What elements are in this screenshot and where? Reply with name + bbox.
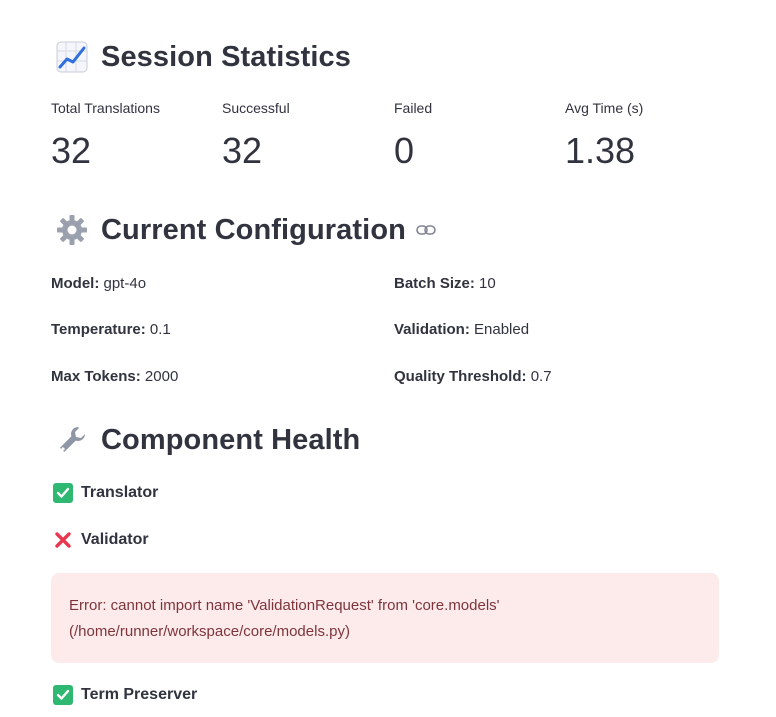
config-key: Temperature: (51, 321, 146, 338)
metric-value: 1.38 (565, 130, 636, 171)
metric-label: Successful (222, 100, 290, 116)
config-item-temperature: Temperature: 0.1 (51, 321, 171, 338)
config-key: Batch Size: (394, 275, 475, 292)
metric-label: Avg Time (s) (565, 100, 644, 116)
metric-label: Failed (394, 100, 433, 116)
metric-total-translations: Total Translations 32 (51, 100, 160, 172)
config-value: Enabled (474, 321, 530, 338)
metric-successful: Successful 32 (222, 100, 290, 172)
component-translator: Translator (53, 483, 158, 503)
check-icon (53, 685, 73, 705)
config-item-quality-threshold: Quality Threshold: 0.7 (394, 368, 552, 385)
error-message-path: (/home/runner/workspace/core/models.py) (69, 623, 350, 640)
config-key: Max Tokens: (51, 368, 141, 385)
link-icon[interactable] (416, 220, 436, 240)
wrench-icon (55, 423, 89, 457)
cross-mark-icon (53, 530, 73, 550)
metrics-row: Total Translations 32 Successful 32 Fail… (51, 100, 731, 180)
config-value: 10 (479, 275, 496, 292)
config-value: 0.1 (149, 321, 171, 338)
component-name: Validator (81, 531, 149, 548)
current-configuration-heading: Current Configuration (55, 213, 436, 247)
config-value: 2000 (144, 368, 179, 385)
section-title: Component Health (101, 423, 361, 456)
config-key: Quality Threshold: (394, 368, 527, 385)
session-statistics-heading: Session Statistics (55, 40, 351, 74)
error-alert: Error: cannot import name 'ValidationReq… (51, 573, 719, 663)
config-item-validation: Validation: Enabled (394, 321, 529, 338)
metric-avg-time: Avg Time (s) 1.38 (565, 100, 643, 172)
section-title: Current Configuration (101, 213, 406, 246)
config-value: 0.7 (530, 368, 552, 385)
metric-failed: Failed 0 (394, 100, 432, 172)
metric-value: 0 (394, 130, 415, 171)
config-key: Model: (51, 275, 100, 292)
config-key: Validation: (394, 321, 470, 338)
config-value: gpt-4o (103, 275, 147, 292)
config-item-batch-size: Batch Size: 10 (394, 275, 496, 292)
component-validator: Validator (53, 530, 149, 550)
config-item-max-tokens: Max Tokens: 2000 (51, 368, 178, 385)
component-name: Translator (81, 484, 159, 501)
component-health-heading: Component Health (55, 423, 360, 457)
chart-increasing-icon (55, 40, 89, 74)
gear-icon (55, 213, 89, 247)
component-name: Term Preserver (81, 686, 198, 703)
component-term-preserver: Term Preserver (53, 685, 197, 705)
error-message: Error: cannot import name 'ValidationReq… (69, 597, 500, 614)
page-title: Session Statistics (101, 40, 352, 73)
metric-label: Total Translations (51, 100, 160, 116)
check-icon (53, 483, 73, 503)
config-item-model: Model: gpt-4o (51, 275, 146, 292)
metric-value: 32 (51, 130, 92, 171)
metric-value: 32 (222, 130, 263, 171)
